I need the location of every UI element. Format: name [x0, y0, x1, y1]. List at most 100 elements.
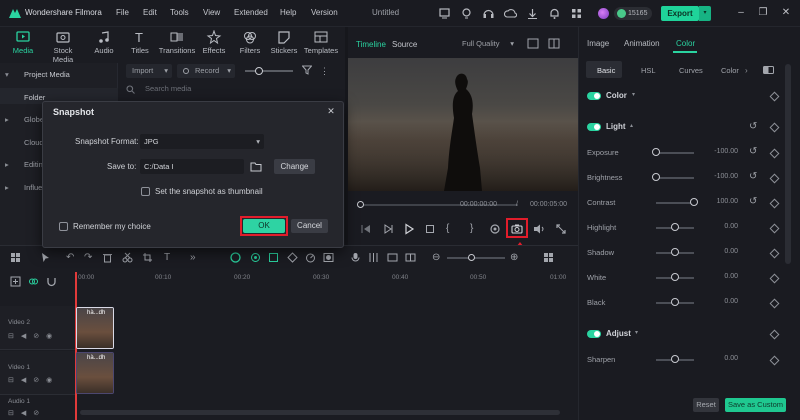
- layout-options-icon[interactable]: [543, 252, 554, 263]
- tab-animation[interactable]: Animation: [624, 39, 660, 48]
- contrast-slider[interactable]: [656, 202, 694, 204]
- chevron-down-icon[interactable]: ▾: [635, 329, 638, 336]
- menu-help[interactable]: Help: [280, 8, 296, 17]
- subtab-curves[interactable]: Curves: [679, 66, 703, 75]
- mark-out-icon[interactable]: }: [470, 222, 484, 236]
- chevron-right-icon[interactable]: ▸: [5, 183, 9, 192]
- chevron-right-icon[interactable]: ›: [745, 66, 748, 75]
- track-controls-icon[interactable]: ⊟◀⊘: [8, 409, 46, 417]
- cancel-button[interactable]: Cancel: [291, 219, 328, 233]
- export-dropdown-chevron-icon[interactable]: ▾: [699, 6, 711, 21]
- color-toggle[interactable]: [587, 92, 601, 100]
- brightness-value[interactable]: -100.00: [700, 173, 738, 180]
- cloud-upload-icon[interactable]: [504, 7, 517, 20]
- remember-checkbox[interactable]: [59, 222, 68, 231]
- scrubber-knob[interactable]: [357, 201, 364, 208]
- tab-templates[interactable]: Templates: [301, 30, 341, 55]
- sharpen-slider-knob[interactable]: [671, 355, 679, 363]
- chevron-down-icon[interactable]: ▴: [630, 122, 633, 129]
- video-clip[interactable]: hà...dh: [76, 307, 114, 349]
- subtab-color[interactable]: Color: [721, 66, 739, 75]
- sidebar-item-folder[interactable]: Folder: [24, 93, 45, 102]
- more-tools-icon[interactable]: »: [190, 252, 201, 263]
- tab-stickers[interactable]: Stickers: [264, 30, 304, 55]
- timeline-scrollbar[interactable]: [80, 410, 560, 415]
- folder-icon[interactable]: [250, 161, 262, 172]
- maximize-icon[interactable]: ❐: [757, 7, 769, 19]
- thumbnail-size-slider[interactable]: [245, 70, 293, 72]
- tab-titles[interactable]: T Titles: [120, 30, 160, 55]
- download-icon[interactable]: [526, 7, 539, 20]
- lightbulb-icon[interactable]: [460, 7, 473, 20]
- expand-fullscreen-icon[interactable]: [554, 222, 568, 236]
- snapshot-preview-icon[interactable]: [527, 38, 539, 49]
- brightness-slider-knob[interactable]: [652, 173, 660, 181]
- save-as-custom-button[interactable]: Save as Custom: [725, 398, 786, 412]
- format-select[interactable]: JPG ▾: [140, 134, 264, 149]
- voice-icon[interactable]: [387, 252, 398, 263]
- filter-funnel-icon[interactable]: [302, 65, 312, 75]
- chevron-down-icon[interactable]: ▾: [5, 70, 9, 79]
- brightness-slider[interactable]: [656, 177, 694, 179]
- crop-icon[interactable]: [142, 252, 153, 263]
- tab-timeline-preview[interactable]: Timeline: [356, 40, 386, 49]
- link-icon[interactable]: [28, 276, 39, 287]
- close-icon[interactable]: ✕: [325, 105, 337, 117]
- video-clip[interactable]: hà...dh: [76, 352, 114, 394]
- adjust-toggle[interactable]: [587, 330, 601, 338]
- delete-icon[interactable]: [102, 252, 113, 263]
- redo-icon[interactable]: ↷: [84, 252, 95, 263]
- zoom-out-icon[interactable]: ⊖: [432, 252, 443, 263]
- shadow-slider-knob[interactable]: [671, 248, 679, 256]
- panel-scrollbar[interactable]: [785, 64, 791, 264]
- menu-edit[interactable]: Edit: [143, 8, 157, 17]
- menu-extended[interactable]: Extended: [234, 8, 268, 17]
- tab-transitions[interactable]: Transitions: [157, 30, 197, 55]
- stop-icon[interactable]: [423, 222, 437, 236]
- settings-gear-icon[interactable]: [488, 222, 502, 236]
- tab-image[interactable]: Image: [587, 39, 609, 48]
- green-marker-icon[interactable]: [268, 252, 279, 263]
- tab-color[interactable]: Color: [676, 39, 695, 48]
- avatar[interactable]: [598, 8, 609, 19]
- prev-frame-icon[interactable]: [359, 222, 373, 236]
- zoom-slider-knob[interactable]: [468, 254, 475, 261]
- black-value[interactable]: 0.00: [700, 298, 738, 305]
- play-reverse-icon[interactable]: [381, 222, 395, 236]
- device-icon[interactable]: [438, 7, 451, 20]
- split-cut-icon[interactable]: [122, 252, 133, 263]
- mask-icon[interactable]: [323, 252, 334, 263]
- fullscreen-grid-icon[interactable]: [548, 38, 560, 49]
- undo-icon[interactable]: ↶: [66, 252, 77, 263]
- search-input[interactable]: Search media: [145, 84, 191, 93]
- quality-select[interactable]: Full Quality ▾: [458, 37, 516, 50]
- magnet-icon[interactable]: [46, 276, 57, 287]
- track-controls-icon[interactable]: ⊟◀⊘◉: [8, 332, 59, 340]
- chevron-right-icon[interactable]: ▸: [5, 115, 9, 124]
- export-button[interactable]: Export: [661, 6, 699, 21]
- select-tool-icon[interactable]: [40, 252, 51, 263]
- menu-view[interactable]: View: [203, 8, 220, 17]
- mark-in-icon[interactable]: {: [446, 222, 460, 236]
- save-path-field[interactable]: C:/Data I: [140, 159, 244, 174]
- light-toggle[interactable]: [587, 123, 601, 131]
- keyframe-icon[interactable]: [287, 252, 298, 263]
- sidebar-item-project-media[interactable]: Project Media: [24, 70, 70, 79]
- white-value[interactable]: 0.00: [700, 273, 738, 280]
- bell-icon[interactable]: [548, 7, 561, 20]
- insert-icon[interactable]: [405, 252, 416, 263]
- sharpen-value[interactable]: 0.00: [700, 355, 738, 362]
- sidebar-item-global[interactable]: Globe: [24, 115, 44, 124]
- tab-audio[interactable]: Audio: [84, 30, 124, 55]
- zoom-in-icon[interactable]: ⊕: [510, 252, 521, 263]
- audio-mixer-icon[interactable]: [368, 252, 379, 263]
- chevron-down-icon[interactable]: ▾: [632, 91, 635, 98]
- contrast-value[interactable]: 100.00: [700, 198, 738, 205]
- contrast-slider-knob[interactable]: [690, 198, 698, 206]
- highlight-value[interactable]: 0.00: [700, 223, 738, 230]
- menu-file[interactable]: File: [116, 8, 129, 17]
- reset-icon[interactable]: ↺: [749, 171, 757, 182]
- exposure-slider-knob[interactable]: [652, 148, 660, 156]
- ai-tool-icon[interactable]: [250, 252, 261, 263]
- menu-version[interactable]: Version: [311, 8, 338, 17]
